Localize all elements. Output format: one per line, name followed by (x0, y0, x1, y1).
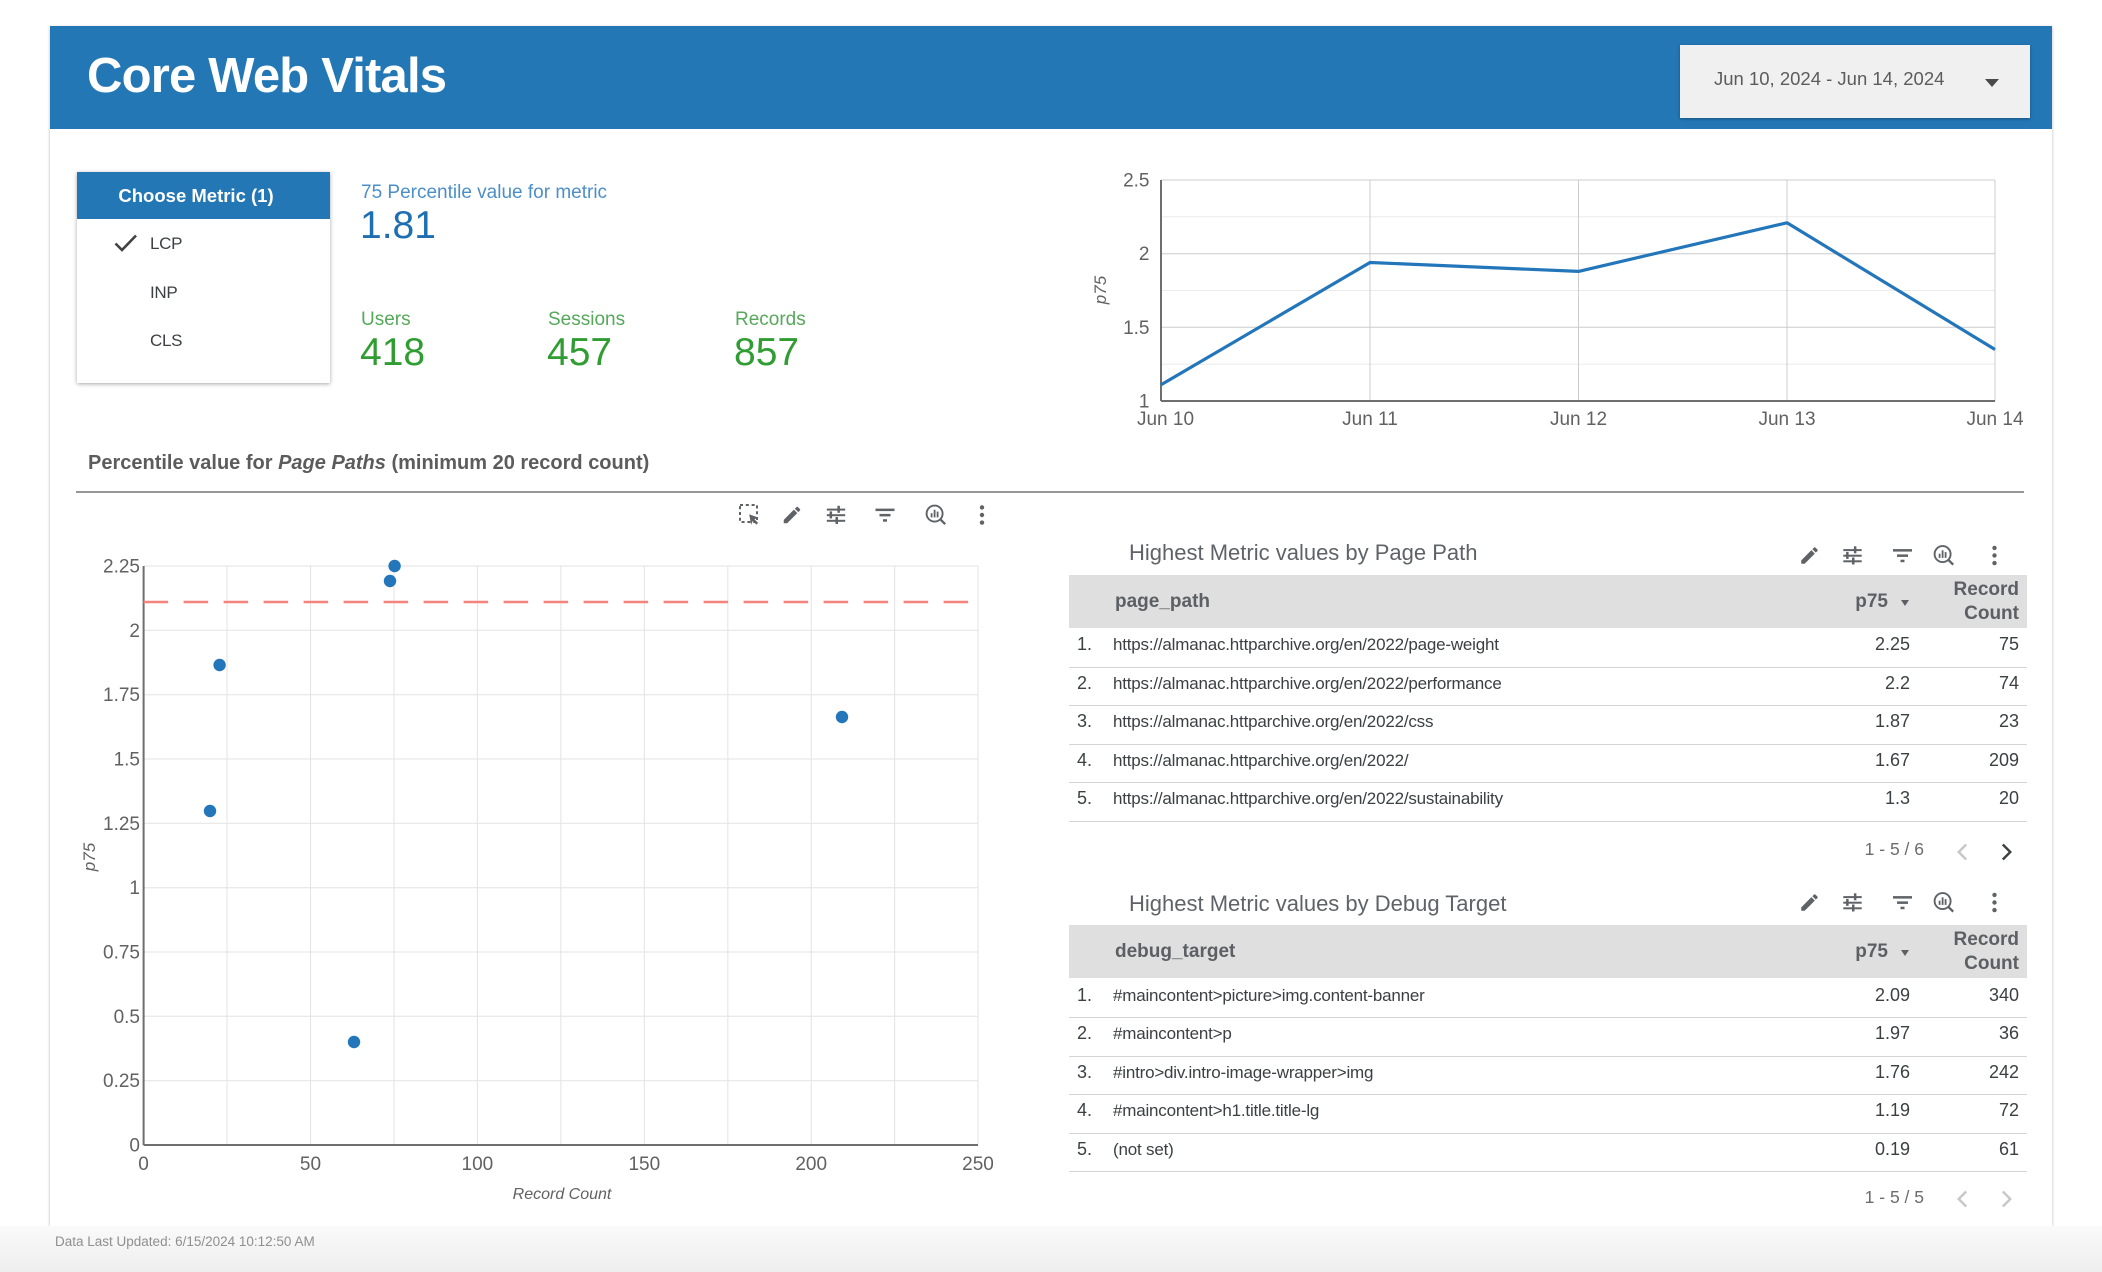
svg-text:Jun 14: Jun 14 (1966, 409, 2023, 430)
svg-text:p75: p75 (80, 842, 99, 872)
svg-text:Jun 13: Jun 13 (1758, 409, 1815, 430)
svg-text:1.25: 1.25 (103, 814, 140, 835)
svg-text:1.5: 1.5 (1123, 318, 1149, 339)
svg-text:Jun 12: Jun 12 (1550, 409, 1607, 430)
svg-text:2: 2 (1139, 244, 1150, 265)
svg-text:p75: p75 (1091, 275, 1110, 305)
svg-text:200: 200 (795, 1154, 827, 1175)
svg-text:0.25: 0.25 (103, 1071, 140, 1092)
svg-text:1.5: 1.5 (114, 750, 140, 771)
svg-text:2.5: 2.5 (1123, 171, 1149, 192)
svg-text:100: 100 (462, 1154, 494, 1175)
svg-text:0.5: 0.5 (114, 1007, 140, 1028)
svg-text:0: 0 (138, 1154, 149, 1175)
svg-text:150: 150 (628, 1154, 660, 1175)
svg-text:1.75: 1.75 (103, 685, 140, 706)
svg-text:2.25: 2.25 (103, 557, 140, 578)
svg-text:250: 250 (962, 1154, 994, 1175)
svg-text:Jun 10: Jun 10 (1137, 409, 1194, 430)
svg-text:Record Count: Record Count (513, 1186, 612, 1203)
svg-text:50: 50 (300, 1154, 321, 1175)
svg-text:0.75: 0.75 (103, 943, 140, 964)
svg-text:1: 1 (129, 878, 140, 899)
svg-text:Jun 11: Jun 11 (1342, 409, 1398, 430)
svg-text:2: 2 (129, 621, 140, 642)
